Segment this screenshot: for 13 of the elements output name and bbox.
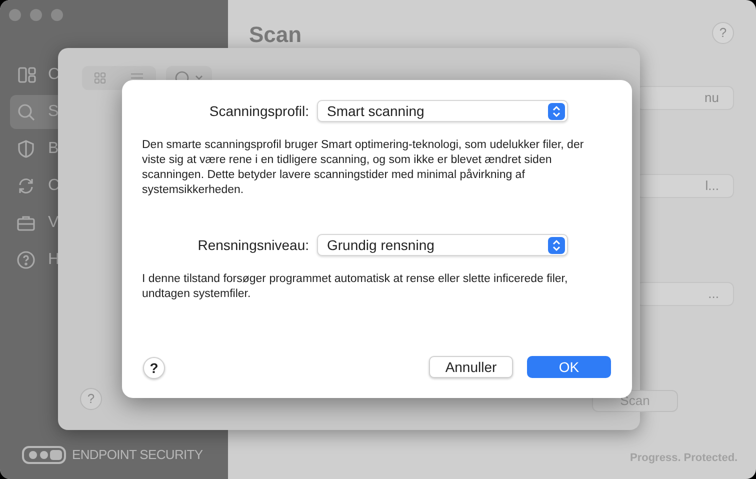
window-title: Scan bbox=[249, 21, 302, 49]
sidebar-label: B bbox=[48, 139, 59, 159]
sidebar-label: C bbox=[48, 176, 60, 196]
sidebar-label: H bbox=[48, 250, 60, 270]
brand-name: ENDPOINT SECURITY bbox=[72, 446, 203, 464]
sidebar-label: V bbox=[48, 213, 59, 233]
dropdown-value: Grundig rensning bbox=[327, 236, 434, 255]
sidebar-label: C bbox=[48, 65, 60, 85]
description: I denne tilstand forsøger programmet automatisk at rense eller slette inficerede filer, undtagen systemfiler. bbox=[142, 272, 569, 302]
description: Den smarte scanningsprofil bruger Smart optimering-teknologi, som udelukker filer, der viste sig at være rene i en tidligere scanning, og som ikke er blevet ændret siden scanningen. Dette betyder lavere scanningstider med minimal påvirkning af systemsikkerheden. bbox=[142, 138, 585, 198]
field-label: Rensningsniveau: bbox=[196, 236, 309, 255]
field-label: Scanningsprofil: bbox=[208, 102, 309, 121]
dropdown-value: Smart scanning bbox=[327, 102, 424, 121]
